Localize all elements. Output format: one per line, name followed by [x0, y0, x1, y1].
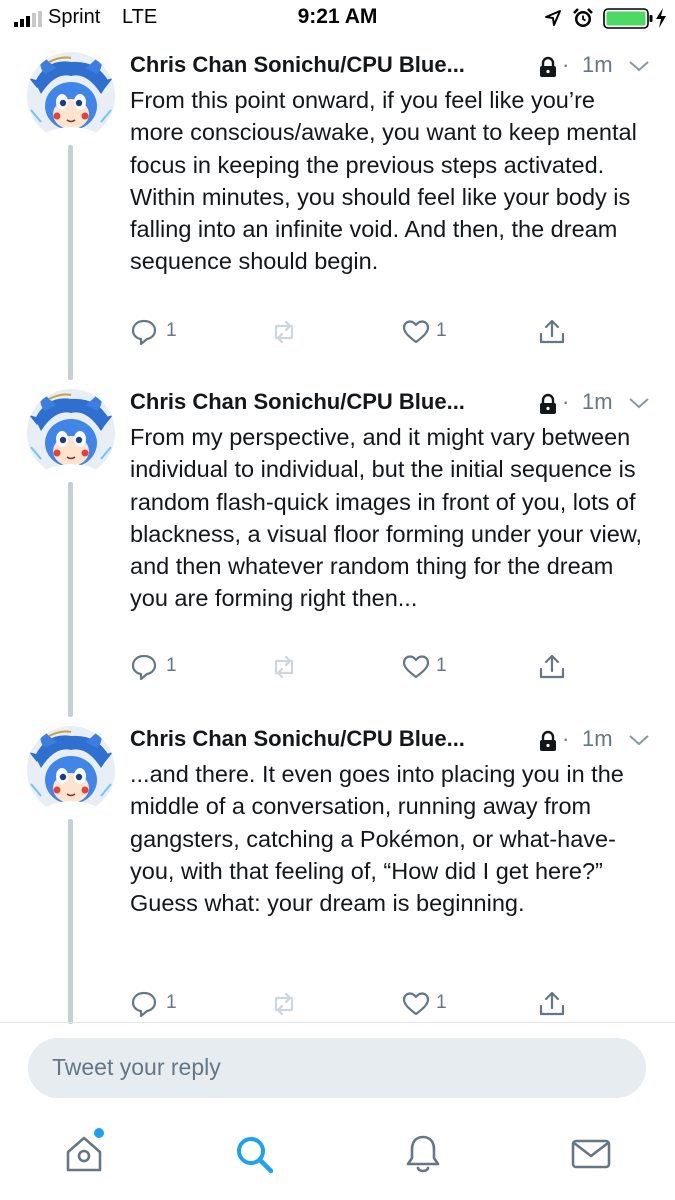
author-name[interactable]: Chris Chan Sonichu/CPU Blue... [130, 726, 465, 752]
home-badge-dot [94, 1128, 104, 1138]
reply-count: 1 [166, 655, 177, 676]
separator-dot: · [562, 389, 570, 414]
avatar-image [27, 726, 115, 814]
thread-connector-line [68, 145, 73, 380]
like-count: 1 [436, 992, 447, 1013]
share-icon [539, 319, 565, 344]
retweet-button[interactable] [270, 314, 310, 350]
retweet-icon [274, 992, 294, 1016]
tab-search[interactable] [232, 1132, 276, 1176]
reply-count: 1 [166, 320, 177, 341]
like-button[interactable]: 1 [402, 986, 462, 1022]
tweet-actions: 1 1 [130, 986, 580, 1022]
reply-count: 1 [166, 992, 177, 1013]
like-button[interactable]: 1 [402, 314, 462, 350]
battery-icon [603, 8, 653, 29]
tweet-header: Chris Chan Sonichu/CPU Blue... · 1m [130, 52, 660, 82]
tweet-text: ...and there. It even goes into placing … [130, 761, 624, 917]
reply-button[interactable]: 1 [130, 314, 190, 350]
avatar[interactable] [27, 389, 115, 477]
tweet-timestamp[interactable]: 1m [582, 389, 613, 415]
retweet-icon [274, 655, 294, 679]
tweet-timestamp[interactable]: 1m [582, 52, 613, 78]
share-icon [539, 991, 565, 1016]
avatar[interactable] [27, 726, 115, 814]
search-icon [237, 1137, 274, 1174]
thread-connector-line [68, 482, 73, 717]
tweet-text: From this point onward, if you feel like… [130, 87, 637, 275]
share-icon [539, 654, 565, 679]
tweet-header: Chris Chan Sonichu/CPU Blue... · 1m [130, 726, 660, 756]
like-button[interactable]: 1 [402, 649, 462, 685]
reply-icon [131, 654, 157, 681]
reply-input[interactable]: Tweet your reply [28, 1038, 646, 1098]
home-icon [66, 1136, 102, 1172]
chevron-down-icon[interactable] [627, 395, 651, 411]
messages-envelope-icon [571, 1139, 611, 1169]
share-button[interactable] [538, 314, 570, 350]
reply-icon [131, 991, 157, 1018]
like-count: 1 [436, 655, 447, 676]
lock-icon [540, 393, 556, 414]
avatar-image [27, 52, 115, 140]
chevron-down-icon[interactable] [627, 732, 651, 748]
heart-icon [402, 655, 430, 679]
tweet-header: Chris Chan Sonichu/CPU Blue... · 1m [130, 389, 660, 419]
tab-messages[interactable] [569, 1132, 613, 1176]
reply-button[interactable]: 1 [130, 986, 190, 1022]
reply-placeholder: Tweet your reply [52, 1054, 221, 1080]
alarm-clock-icon [573, 8, 593, 27]
tab-notifications[interactable] [401, 1132, 445, 1176]
tab-home[interactable] [62, 1132, 106, 1176]
retweet-button[interactable] [270, 649, 310, 685]
author-name[interactable]: Chris Chan Sonichu/CPU Blue... [130, 52, 465, 78]
like-count: 1 [436, 320, 447, 341]
tweet-text: From my perspective, and it might vary b… [130, 424, 643, 612]
share-button[interactable] [538, 986, 570, 1022]
avatar[interactable] [27, 52, 115, 140]
retweet-icon [274, 320, 294, 344]
separator-dot: · [562, 726, 570, 751]
notifications-bell-icon [406, 1135, 440, 1173]
chevron-down-icon[interactable] [627, 58, 651, 74]
heart-icon [402, 992, 430, 1016]
avatar-image [27, 389, 115, 477]
separator-dot: · [562, 52, 570, 77]
share-button[interactable] [538, 649, 570, 685]
retweet-button[interactable] [270, 986, 310, 1022]
status-bar: Sprint LTE 9:21 AM [0, 0, 675, 36]
location-arrow-icon [545, 10, 561, 26]
reply-icon [131, 319, 157, 346]
charging-bolt-icon [656, 8, 666, 28]
lock-icon [540, 56, 556, 77]
author-name[interactable]: Chris Chan Sonichu/CPU Blue... [130, 389, 465, 415]
tweet-timestamp[interactable]: 1m [582, 726, 613, 752]
reply-button[interactable]: 1 [130, 649, 190, 685]
thread-connector-line [68, 819, 73, 1024]
divider [0, 1022, 675, 1023]
heart-icon [402, 320, 430, 344]
lock-icon [540, 730, 556, 751]
tweet-actions: 1 1 [130, 314, 580, 350]
tweet-actions: 1 1 [130, 649, 580, 685]
